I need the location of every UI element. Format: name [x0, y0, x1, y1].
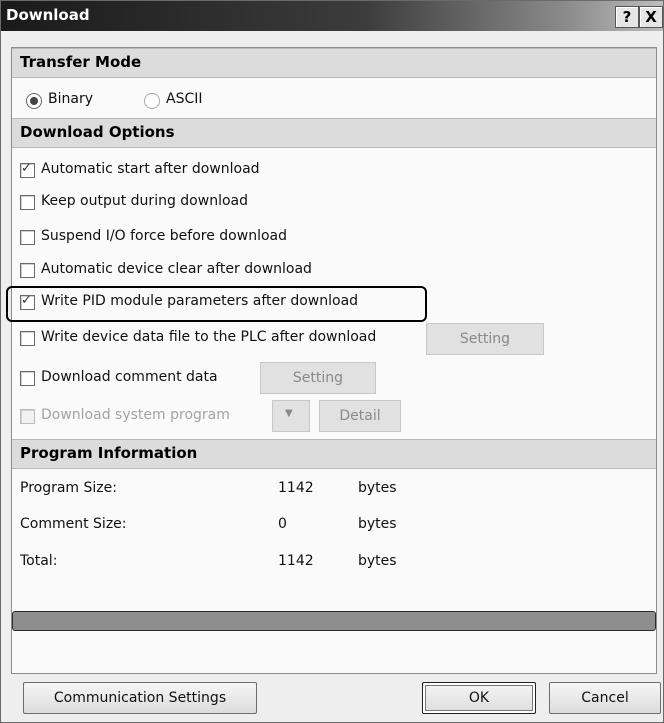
option-automatic-start-checkbox[interactable] [20, 161, 35, 178]
system-program-detail-button[interactable]: Detail [319, 400, 401, 432]
option-device-clear-checkbox[interactable] [20, 263, 35, 278]
option-write-device-data-checkbox[interactable] [20, 331, 35, 346]
option-keep-output-checkbox[interactable] [20, 195, 35, 210]
radio-binary-indicator[interactable] [26, 93, 42, 109]
total-unit: bytes [358, 553, 397, 569]
download-options-header: Download Options [12, 118, 656, 148]
program-information-header: Program Information [12, 439, 656, 469]
total-value: 1142 [278, 553, 314, 569]
program-information-title: Program Information [20, 444, 198, 462]
option-download-comment-label: Download comment data [41, 369, 218, 385]
transfer-mode-header: Transfer Mode [12, 48, 656, 78]
comment-size-value: 0 [278, 516, 287, 532]
title-bar[interactable]: Download ? X [1, 1, 663, 31]
window-title: Download [6, 6, 90, 24]
option-download-system-program-label: Download system program [41, 407, 230, 423]
chevron-down-icon: ▼ [285, 408, 293, 419]
communication-settings-button[interactable]: Communication Settings [23, 682, 257, 714]
ok-button[interactable]: OK [422, 682, 536, 714]
option-suspend-io-label: Suspend I/O force before download [41, 228, 287, 244]
option-write-device-data-label: Write device data file to the PLC after … [41, 329, 377, 345]
comment-setting-button[interactable]: Setting [260, 362, 376, 394]
program-size-label: Program Size: [20, 480, 117, 496]
close-button[interactable]: X [639, 6, 663, 28]
transfer-mode-title: Transfer Mode [20, 53, 142, 71]
download-dialog: Download ? X Transfer Mode Binary ASCII … [0, 0, 664, 723]
device-data-setting-button[interactable]: Setting [426, 323, 544, 355]
comment-size-label: Comment Size: [20, 516, 127, 532]
download-options-title: Download Options [20, 123, 175, 141]
program-size-value: 1142 [278, 480, 314, 496]
total-label: Total: [20, 553, 58, 569]
download-progress-bar [12, 611, 656, 631]
cancel-button[interactable]: Cancel [549, 682, 661, 714]
system-program-dropdown[interactable]: ▼ [272, 400, 310, 432]
radio-ascii-indicator[interactable] [144, 93, 160, 109]
option-device-clear-label: Automatic device clear after download [41, 261, 312, 277]
option-automatic-start-label: Automatic start after download [41, 161, 260, 177]
options-panel: Transfer Mode Binary ASCII Download Opti… [11, 47, 657, 674]
highlight-annotation [6, 286, 427, 322]
option-download-system-program-checkbox[interactable] [20, 409, 35, 424]
option-download-comment-checkbox[interactable] [20, 371, 35, 386]
option-suspend-io-checkbox[interactable] [20, 230, 35, 245]
help-button[interactable]: ? [615, 6, 639, 28]
option-keep-output-label: Keep output during download [41, 193, 248, 209]
program-size-unit: bytes [358, 480, 397, 496]
radio-binary-label: Binary [48, 91, 93, 107]
radio-ascii-label: ASCII [166, 91, 203, 107]
comment-size-unit: bytes [358, 516, 397, 532]
